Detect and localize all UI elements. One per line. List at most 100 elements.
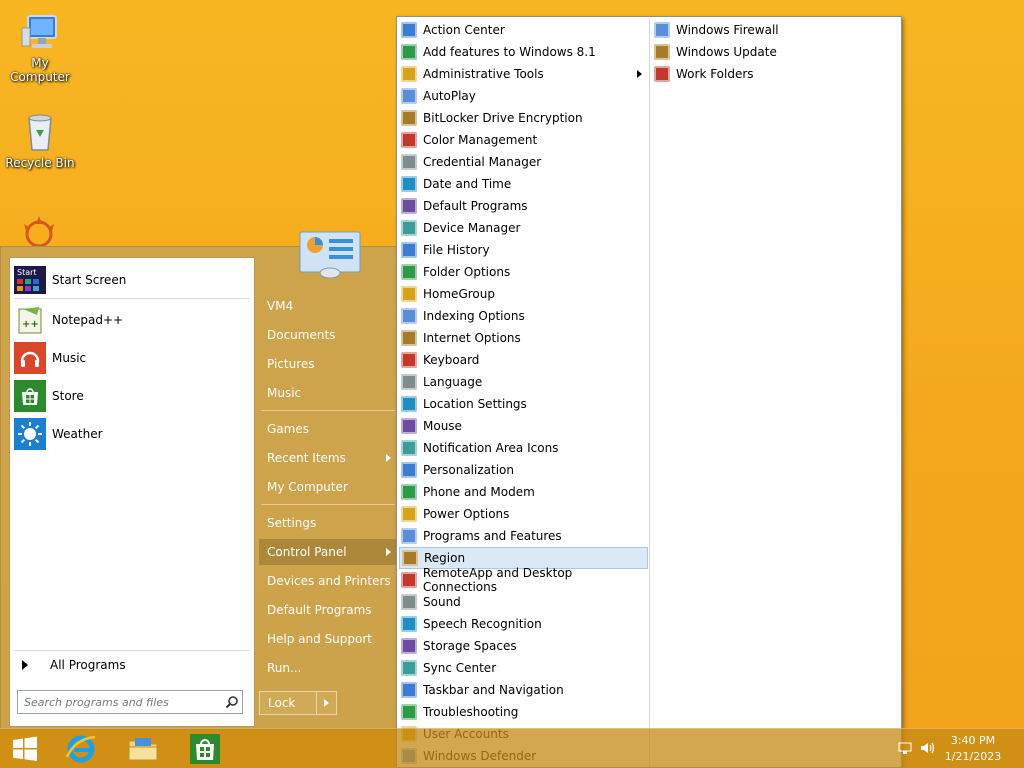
menu-item-documents[interactable]: Documents bbox=[259, 322, 397, 348]
cp-item-homegroup[interactable]: HomeGroup bbox=[399, 283, 648, 305]
start-button[interactable] bbox=[2, 731, 48, 767]
program-weather[interactable]: Weather bbox=[14, 416, 250, 452]
menu-item-control-panel[interactable]: Control Panel bbox=[259, 539, 397, 565]
cp-item-power-options[interactable]: Power Options bbox=[399, 503, 648, 525]
cp-item-label: Location Settings bbox=[423, 397, 527, 411]
network-icon[interactable] bbox=[898, 741, 912, 755]
cp-item-file-history[interactable]: File History bbox=[399, 239, 648, 261]
desktop-icon-partial[interactable] bbox=[16, 214, 62, 248]
cp-item-action-center[interactable]: Action Center bbox=[399, 19, 648, 41]
menu-item-music[interactable]: Music bbox=[259, 380, 397, 406]
menu-item-run[interactable]: Run... bbox=[259, 655, 397, 681]
program-label: Weather bbox=[52, 427, 103, 441]
cp-item-keyboard[interactable]: Keyboard bbox=[399, 349, 648, 371]
menu-item-recent-items[interactable]: Recent Items bbox=[259, 445, 397, 471]
cp-item-device-manager[interactable]: Device Manager bbox=[399, 217, 648, 239]
menu-item-pictures[interactable]: Pictures bbox=[259, 351, 397, 377]
cp-item-sync-center[interactable]: Sync Center bbox=[399, 657, 648, 679]
cp-item-default-programs[interactable]: Default Programs bbox=[399, 195, 648, 217]
program-store[interactable]: Store bbox=[14, 378, 250, 414]
cp-item-date-and-time[interactable]: Date and Time bbox=[399, 173, 648, 195]
cp-item-label: Date and Time bbox=[423, 177, 512, 191]
cp-item-language[interactable]: Language bbox=[399, 371, 648, 393]
cp-item-notification-area-icons[interactable]: Notification Area Icons bbox=[399, 437, 648, 459]
clock-time: 3:40 PM bbox=[950, 734, 996, 747]
taskbar-store[interactable] bbox=[182, 731, 228, 767]
programs-and-features-icon bbox=[401, 528, 417, 544]
region-icon bbox=[402, 550, 418, 566]
cp-item-label: Keyboard bbox=[423, 353, 480, 367]
cp-item-bitlocker-drive-encryption[interactable]: BitLocker Drive Encryption bbox=[399, 107, 648, 129]
cp-item-location-settings[interactable]: Location Settings bbox=[399, 393, 648, 415]
cp-item-remoteapp-and-desktop-connections[interactable]: RemoteApp and Desktop Connections bbox=[399, 566, 648, 594]
cp-item-sound[interactable]: Sound bbox=[399, 591, 648, 613]
cp-item-indexing-options[interactable]: Indexing Options bbox=[399, 305, 648, 327]
cp-item-programs-and-features[interactable]: Programs and Features bbox=[399, 525, 648, 547]
program-label: Start Screen bbox=[52, 273, 127, 287]
all-programs-label: All Programs bbox=[50, 658, 126, 672]
svg-text:++: ++ bbox=[22, 319, 39, 330]
control-panel-submenu: Action Center Add features to Windows 8.1… bbox=[396, 16, 902, 768]
menu-item-help-and-support[interactable]: Help and Support bbox=[259, 626, 397, 652]
clock[interactable]: 3:40 PM 1/21/2023 bbox=[938, 733, 1008, 765]
cp-item-label: Default Programs bbox=[423, 199, 528, 213]
menu-item-settings[interactable]: Settings bbox=[259, 510, 397, 536]
cp-item-label: Personalization bbox=[423, 463, 514, 477]
program-start-screen[interactable]: Start Start Screen bbox=[14, 262, 250, 298]
cp-item-windows-update[interactable]: Windows Update bbox=[652, 41, 898, 63]
cp-item-storage-spaces[interactable]: Storage Spaces bbox=[399, 635, 648, 657]
lock-button[interactable]: Lock bbox=[259, 691, 337, 715]
autoplay-icon bbox=[401, 88, 417, 104]
cp-item-administrative-tools[interactable]: Administrative Tools bbox=[399, 63, 648, 85]
cp-item-folder-options[interactable]: Folder Options bbox=[399, 261, 648, 283]
menu-item-devices-and-printers[interactable]: Devices and Printers bbox=[259, 568, 397, 594]
cp-item-autoplay[interactable]: AutoPlay bbox=[399, 85, 648, 107]
search-icon[interactable] bbox=[222, 692, 242, 712]
cp-item-add-features-to-windows-8-1[interactable]: Add features to Windows 8.1 bbox=[399, 41, 648, 63]
cp-item-taskbar-and-navigation[interactable]: Taskbar and Navigation bbox=[399, 679, 648, 701]
desktop-icon-my-computer[interactable]: My Computer bbox=[0, 10, 80, 84]
cp-item-personalization[interactable]: Personalization bbox=[399, 459, 648, 481]
cp-item-color-management[interactable]: Color Management bbox=[399, 129, 648, 151]
cp-item-label: Windows Firewall bbox=[676, 23, 779, 37]
menu-item-my-computer[interactable]: My Computer bbox=[259, 474, 397, 500]
program-notepad-plus-plus[interactable]: ++ Notepad++ bbox=[14, 302, 250, 338]
taskbar-file-explorer[interactable] bbox=[120, 731, 166, 767]
taskbar-internet-explorer[interactable] bbox=[58, 731, 104, 767]
menu-item-default-programs[interactable]: Default Programs bbox=[259, 597, 397, 623]
homegroup-icon bbox=[401, 286, 417, 302]
cp-item-label: Region bbox=[424, 551, 466, 565]
lock-options-button[interactable] bbox=[316, 692, 336, 714]
volume-icon[interactable] bbox=[920, 741, 936, 755]
menu-separator bbox=[261, 504, 395, 505]
cp-item-credential-manager[interactable]: Credential Manager bbox=[399, 151, 648, 173]
desktop-icon-label: Recycle Bin bbox=[5, 156, 75, 170]
all-programs-button[interactable]: All Programs bbox=[14, 654, 250, 676]
cp-item-label: Power Options bbox=[423, 507, 510, 521]
cp-item-mouse[interactable]: Mouse bbox=[399, 415, 648, 437]
menu-item-games[interactable]: Games bbox=[259, 416, 397, 442]
menu-item-vm4[interactable]: VM4 bbox=[259, 293, 397, 319]
cp-item-internet-options[interactable]: Internet Options bbox=[399, 327, 648, 349]
color-management-icon bbox=[401, 132, 417, 148]
default-programs-icon bbox=[401, 198, 417, 214]
administrative-tools-icon bbox=[401, 66, 417, 82]
program-music[interactable]: Music bbox=[14, 340, 250, 376]
user-picture[interactable] bbox=[299, 231, 361, 279]
credential-manager-icon bbox=[401, 154, 417, 170]
desktop-icon-recycle-bin[interactable]: Recycle Bin bbox=[0, 110, 80, 170]
cp-item-windows-firewall[interactable]: Windows Firewall bbox=[652, 19, 898, 41]
cp-item-phone-and-modem[interactable]: Phone and Modem bbox=[399, 481, 648, 503]
cp-item-speech-recognition[interactable]: Speech Recognition bbox=[399, 613, 648, 635]
speech-recognition-icon bbox=[401, 616, 417, 632]
cp-item-work-folders[interactable]: Work Folders bbox=[652, 63, 898, 85]
search-box[interactable] bbox=[17, 690, 243, 714]
cp-item-label: HomeGroup bbox=[423, 287, 495, 301]
action-center-icon bbox=[401, 22, 417, 38]
menu-item-label: Music bbox=[267, 386, 302, 400]
cp-item-troubleshooting[interactable]: Troubleshooting bbox=[399, 701, 648, 723]
cp-item-label: Action Center bbox=[423, 23, 505, 37]
start-menu: Start Start Screen ++ Notepad++ Music St… bbox=[0, 231, 398, 730]
search-input[interactable] bbox=[18, 692, 222, 712]
cp-item-label: Folder Options bbox=[423, 265, 511, 279]
